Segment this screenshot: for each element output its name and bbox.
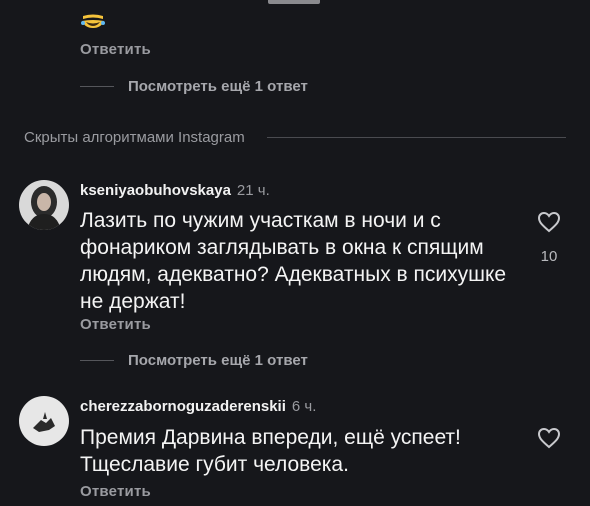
- comment-username[interactable]: kseniyaobuhovskaya: [80, 182, 231, 199]
- avatar-photo-icon: [19, 396, 69, 446]
- comment-header: cherezzabornoguzaderenskii 6 ч.: [80, 398, 316, 415]
- view-more-replies-label: Посмотреть ещё 1 ответ: [128, 78, 308, 95]
- comment-header: kseniyaobuhovskaya 21 ч.: [80, 182, 270, 199]
- divider-line: [80, 360, 114, 361]
- reply-button[interactable]: Ответить: [80, 316, 151, 333]
- comment-username[interactable]: cherezzabornoguzaderenskii: [80, 398, 286, 415]
- avatar[interactable]: [19, 180, 69, 230]
- heart-outline-icon[interactable]: [537, 211, 561, 233]
- view-more-replies-button[interactable]: Посмотреть ещё 1 ответ: [80, 352, 308, 369]
- comment-time: 6 ч.: [291, 398, 317, 415]
- hidden-comments-toggle[interactable]: Скрыты алгоритмами Instagram: [24, 127, 566, 147]
- like-count: 10: [540, 248, 558, 265]
- sheet-drag-handle[interactable]: [268, 0, 320, 4]
- hidden-comments-label: Скрыты алгоритмами Instagram: [24, 128, 245, 146]
- divider-line: [266, 136, 566, 138]
- comments-sheet: Ответить Посмотреть ещё 1 ответ Скрыты а…: [0, 0, 590, 506]
- avatar[interactable]: [19, 396, 69, 446]
- comment-time: 21 ч.: [236, 182, 270, 199]
- reply-button[interactable]: Ответить: [80, 41, 151, 58]
- divider-line: [80, 86, 114, 87]
- view-more-replies-label: Посмотреть ещё 1 ответ: [128, 352, 308, 369]
- reply-button[interactable]: Ответить: [80, 483, 151, 500]
- view-more-replies-button[interactable]: Посмотреть ещё 1 ответ: [80, 78, 308, 95]
- comment-text: Премия Дарвина впереди, ещё успеет! Тщес…: [80, 426, 461, 476]
- laughing-tears-emoji-icon: [81, 14, 105, 28]
- avatar-photo-icon: [19, 180, 69, 230]
- heart-outline-icon[interactable]: [537, 427, 561, 449]
- comment-text: Лазить по чужим участкам в ночи и с фона…: [80, 209, 507, 313]
